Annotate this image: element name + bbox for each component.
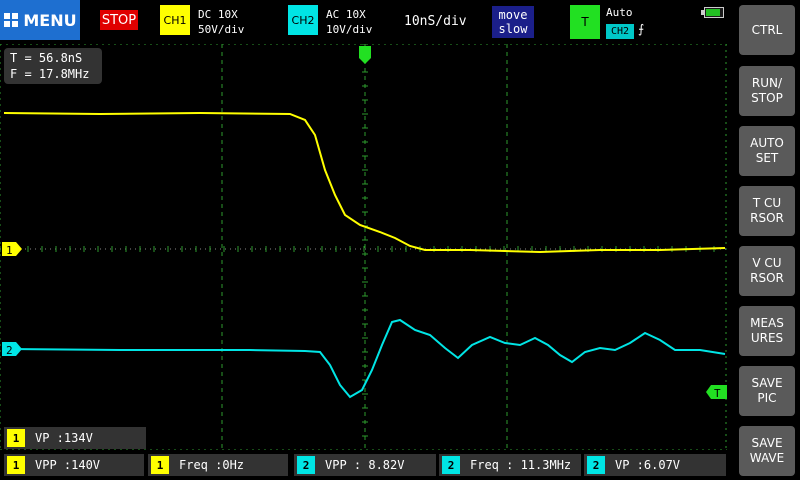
run-stop-button[interactable]: RUN/ STOP <box>739 66 795 116</box>
battery-icon <box>701 7 724 18</box>
measurement-ch2-vpp: 2 VPP : 8.82V <box>294 454 436 476</box>
trigger-edge-icon[interactable]: ⨍ <box>638 22 644 36</box>
voltage-cursor-button[interactable]: V CU RSOR <box>739 246 795 296</box>
measurement-value: VPP :140V <box>35 458 101 472</box>
menu-button[interactable]: MENU <box>0 0 80 40</box>
measurement-value: Freq :0Hz <box>179 458 245 472</box>
ch1-settings[interactable]: DC 10X 50V/div <box>198 7 244 37</box>
measurement-ch1-freq: 1 Freq :0Hz <box>148 454 288 476</box>
menu-label: MENU <box>23 10 77 30</box>
measurement-ch1-vp: 1 VP :134V <box>4 427 146 449</box>
ch2-scale: 10V/div <box>326 23 373 36</box>
measurement-value: Freq : 11.3MHz <box>470 458 572 472</box>
measurement-value: VP :134V <box>35 431 93 445</box>
measurement-value: VP :6.07V <box>615 458 681 472</box>
trigger-marker-label: T <box>714 387 721 400</box>
run-state-badge[interactable]: STOP <box>100 10 138 30</box>
save-picture-button[interactable]: SAVE PIC <box>739 366 795 416</box>
measurement-ch2-freq: 2 Freq : 11.3MHz <box>439 454 581 476</box>
ch2-coupling: AC 10X <box>326 8 366 21</box>
move-speed-label: slow <box>498 22 528 36</box>
ch2-marker-label: 2 <box>6 344 13 357</box>
trigger-badge[interactable]: T <box>570 5 600 39</box>
cursor-frequency: F = 17.8MHz <box>10 67 90 81</box>
channel-badge: 1 <box>151 456 169 474</box>
ctrl-button[interactable]: CTRL <box>739 5 795 55</box>
channel-badge: 2 <box>297 456 315 474</box>
ch1-badge[interactable]: CH1 <box>160 5 190 35</box>
channel-badge: 2 <box>442 456 460 474</box>
cursor-readout: T = 56.8nS F = 17.8MHz <box>4 48 102 84</box>
channel-badge: 1 <box>7 456 25 474</box>
cursor-period: T = 56.8nS <box>10 51 83 65</box>
measurement-value: VPP : 8.82V <box>325 458 405 472</box>
ch1-marker-label: 1 <box>6 244 13 257</box>
trigger-source[interactable]: CH2 <box>606 24 634 39</box>
ch2-badge[interactable]: CH2 <box>288 5 318 35</box>
trigger-mode[interactable]: Auto <box>606 6 633 19</box>
measurement-ch1-vpp: 1 VPP :140V <box>4 454 144 476</box>
ch1-scale: 50V/div <box>198 23 245 36</box>
ch2-settings[interactable]: AC 10X 10V/div <box>326 7 372 37</box>
waveform-display[interactable]: 1 2 T <box>0 44 727 450</box>
save-wave-button[interactable]: SAVE WAVE <box>739 426 795 476</box>
channel-badge: 2 <box>587 456 605 474</box>
measurement-ch2-vp: 2 VP :6.07V <box>584 454 726 476</box>
move-label: move <box>498 8 528 22</box>
measures-button[interactable]: MEAS URES <box>739 306 795 356</box>
channel-badge: 1 <box>7 429 25 447</box>
timebase-readout[interactable]: 10nS/div <box>404 14 467 29</box>
auto-set-button[interactable]: AUTO SET <box>739 126 795 176</box>
time-cursor-button[interactable]: T CU RSOR <box>739 186 795 236</box>
move-speed-toggle[interactable]: move slow <box>492 6 534 38</box>
menu-grid-icon <box>4 13 19 27</box>
ch1-coupling: DC 10X <box>198 8 238 21</box>
